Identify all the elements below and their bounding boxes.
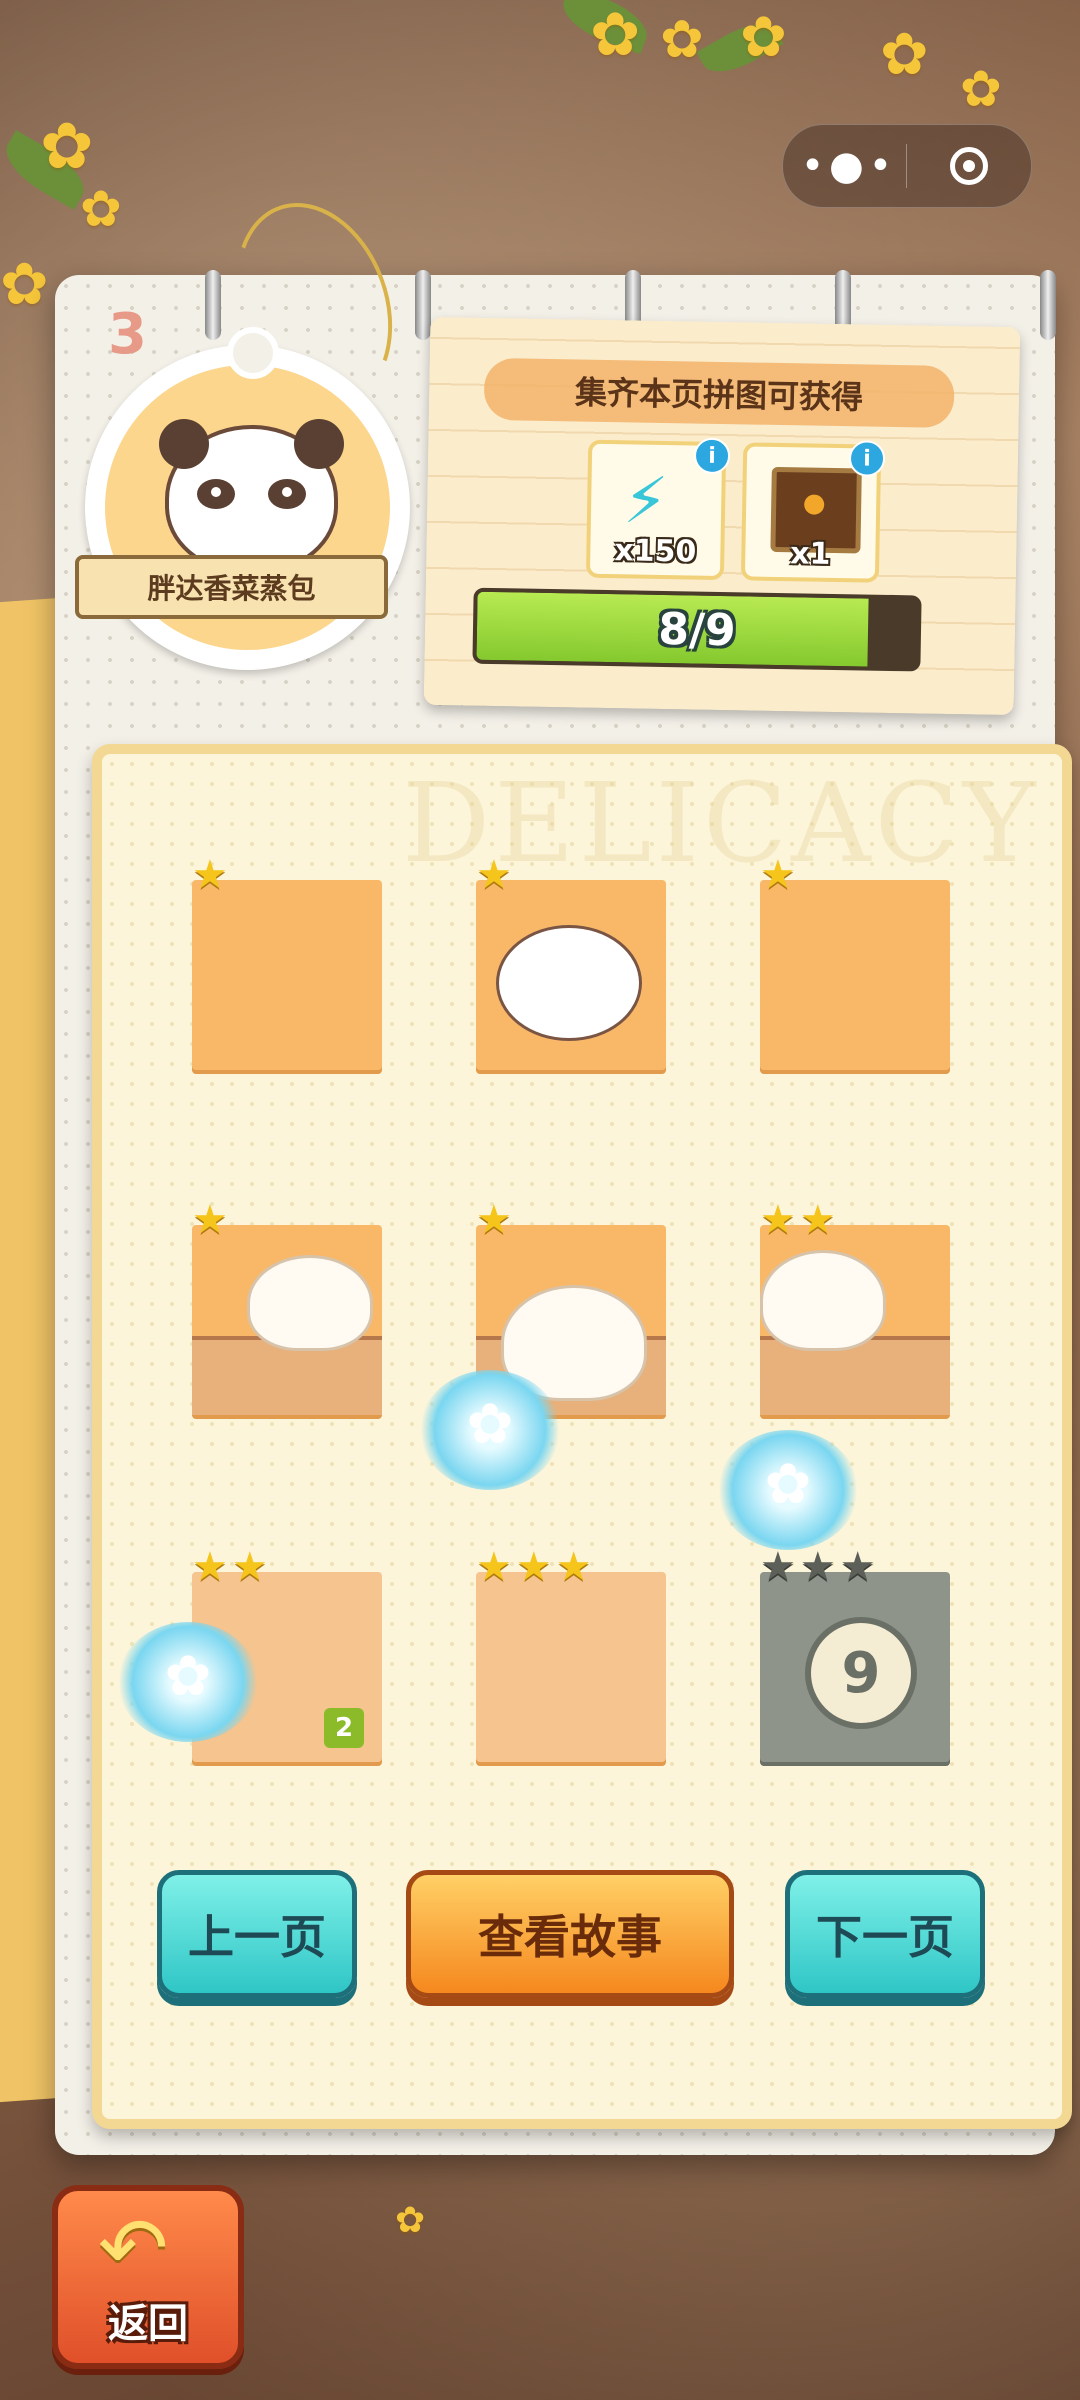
reward-box[interactable]: x1 i — [740, 440, 886, 583]
reward-qty: x1 — [789, 536, 831, 572]
star-icon: ★ — [192, 1197, 228, 1243]
glowing-paw-icon: ✿ — [118, 1622, 258, 1742]
piece-stars: ★ — [192, 852, 228, 898]
flower-decoration: ✿ — [740, 5, 787, 70]
reward-qty: x150 — [614, 533, 697, 570]
star-icon: ★ — [192, 852, 228, 898]
star-icon: ★ — [192, 1544, 228, 1590]
flower-decoration: ✿ — [40, 110, 94, 184]
target-ring — [949, 147, 988, 185]
piece-stars: ★ — [760, 852, 796, 898]
binder-ring — [205, 270, 221, 340]
prev-page-button[interactable]: 上一页 — [157, 1870, 357, 1998]
flower-decoration: ✿ — [0, 250, 49, 318]
star-icon: ★ — [515, 1544, 552, 1590]
star-icon: ★ — [476, 1197, 512, 1243]
panda-ear — [159, 419, 209, 469]
star-icon: ★ — [760, 852, 796, 898]
panda-eye — [197, 479, 235, 509]
locked-piece-number: 9 — [805, 1617, 917, 1729]
puzzle-piece-6[interactable]: ★ ★ — [760, 1197, 950, 1415]
target-icon[interactable] — [907, 125, 1030, 207]
binder-ring — [1040, 270, 1056, 340]
piece-count-badge: 2 — [324, 1708, 364, 1748]
panda-eye — [268, 479, 306, 509]
flower-decoration: ✿ — [395, 2200, 426, 2241]
bun-illustration — [760, 1250, 886, 1351]
paw-glyph: ✿ — [466, 1392, 514, 1457]
piece-stars: ★ — [192, 1197, 228, 1243]
piece-stars: ★ ★ ★ — [760, 1544, 876, 1590]
bun-illustration — [247, 1255, 373, 1351]
reward-energy[interactable]: ⚡ x150 i — [585, 437, 731, 581]
paw-glyph: ✿ — [764, 1452, 812, 1517]
puzzle-piece-3[interactable]: ★ — [760, 852, 950, 1070]
page-number: 3 — [108, 302, 147, 367]
piece-stars: ★ ★ ★ — [476, 1544, 592, 1590]
puzzle-piece-2[interactable]: ★ — [476, 852, 666, 1070]
flower-decoration: ✿ — [80, 180, 122, 238]
next-page-button[interactable]: 下一页 — [785, 1870, 985, 1998]
star-icon: ★ — [799, 1544, 836, 1590]
glowing-paw-icon: ✿ — [718, 1430, 858, 1550]
target-dot — [962, 160, 975, 172]
puzzle-piece-8[interactable]: ★ ★ ★ — [476, 1544, 666, 1762]
back-label: 返回 — [108, 2301, 188, 2347]
badge-title: 胖达香菜蒸包 — [75, 555, 388, 619]
star-icon: ★ — [799, 1197, 836, 1243]
star-icon: ★ — [760, 1544, 796, 1590]
info-icon[interactable]: i — [848, 440, 886, 477]
panda-ear — [294, 419, 344, 469]
back-button[interactable]: ↶ 返回 — [52, 2185, 244, 2369]
puzzle-piece-1[interactable]: ★ — [192, 852, 382, 1070]
binder-ring — [415, 270, 431, 340]
collection-progress-bar: 8/9 — [472, 587, 922, 672]
info-icon[interactable]: i — [693, 437, 731, 475]
flower-decoration: ✿ — [960, 60, 1002, 118]
star-icon: ★ — [760, 1197, 796, 1243]
miniprogram-capsule: • ● • — [782, 124, 1032, 208]
panda-illustration — [159, 419, 344, 573]
energy-bolt-icon: ⚡ — [622, 464, 669, 540]
flower-decoration: ✿ — [660, 10, 704, 70]
back-arrow-icon: ↶ — [98, 2199, 169, 2297]
view-story-button[interactable]: 查看故事 — [406, 1870, 734, 1998]
star-icon: ★ — [476, 852, 512, 898]
puzzle-piece-9-locked[interactable]: ★ ★ ★ 9 — [760, 1544, 950, 1762]
flower-decoration: ✿ — [880, 20, 929, 88]
glowing-paw-icon: ✿ — [420, 1370, 560, 1490]
star-icon: ★ — [476, 1544, 512, 1590]
progress-text: 8/9 — [657, 603, 737, 656]
star-icon: ★ — [839, 1544, 876, 1590]
paw-glyph: ✿ — [164, 1644, 212, 1709]
piece-stars: ★ ★ — [192, 1544, 268, 1590]
album-spine — [0, 597, 60, 2103]
flower-decoration: ✿ — [590, 0, 641, 70]
more-dots-icon[interactable]: • ● • — [783, 125, 906, 207]
star-icon: ★ — [231, 1544, 268, 1590]
piece-stars: ★ ★ — [760, 1197, 836, 1243]
reward-title: 集齐本页拼图可获得 — [574, 373, 864, 417]
reward-card: 集齐本页拼图可获得 ⚡ x150 i x1 i 8/9 — [423, 316, 1021, 716]
piece-stars: ★ — [476, 1197, 512, 1243]
panda-illustration — [496, 925, 642, 1041]
star-icon: ★ — [555, 1544, 592, 1590]
piece-stars: ★ — [476, 852, 512, 898]
puzzle-piece-4[interactable]: ★ — [192, 1197, 382, 1415]
